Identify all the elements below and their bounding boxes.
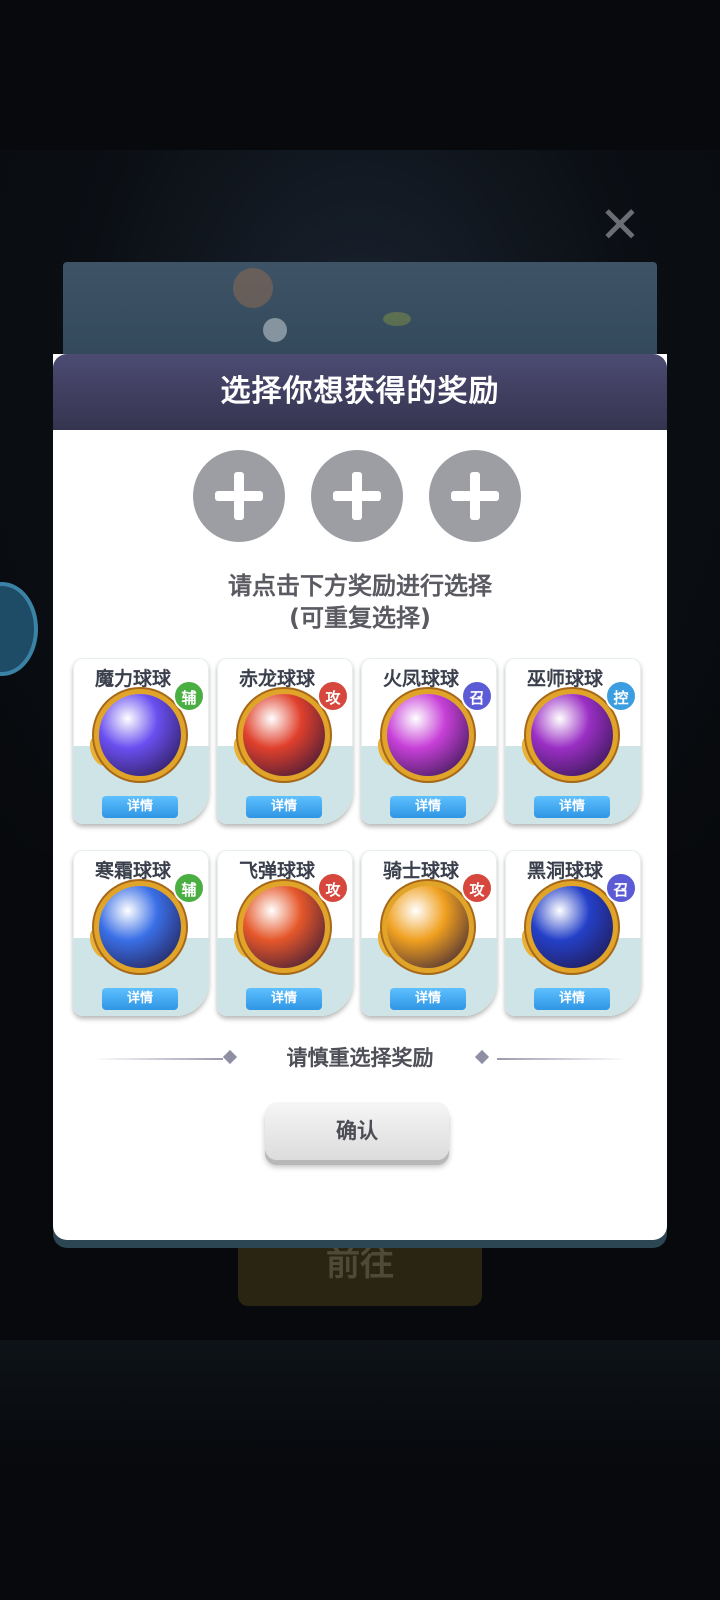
missile-ball-icon (243, 886, 325, 968)
confirm-button[interactable]: 确认 (265, 1102, 449, 1160)
banner-decoration (233, 268, 273, 308)
caution-text: 请慎重选择奖励 (286, 1046, 434, 1070)
detail-button[interactable]: 详情 (102, 796, 178, 818)
phoenix-ball-icon (387, 694, 469, 776)
instruction-note: (可重复选择) (289, 604, 431, 632)
detail-button[interactable]: 详情 (102, 988, 178, 1010)
banner-decoration (263, 318, 287, 342)
selection-slot-3-plus-icon[interactable] (429, 450, 521, 542)
detail-button[interactable]: 详情 (246, 988, 322, 1010)
role-badge: 攻 (461, 872, 493, 904)
role-badge: 控 (605, 680, 637, 712)
role-badge: 辅 (173, 680, 205, 712)
black-hole-ball-icon (531, 886, 613, 968)
role-badge: 召 (461, 680, 493, 712)
detail-button[interactable]: 详情 (534, 796, 610, 818)
reward-card-knight[interactable]: 骑士球球 攻 详情 (361, 850, 497, 1016)
divider-line (497, 1058, 627, 1060)
detail-button[interactable]: 详情 (390, 988, 466, 1010)
reward-card-wizard[interactable]: 巫师球球 控 详情 (505, 658, 641, 824)
detail-button[interactable]: 详情 (390, 796, 466, 818)
instruction-text: 请点击下方奖励进行选择 (228, 572, 492, 600)
banner-decoration (383, 312, 411, 326)
dragon-ball-icon (243, 694, 325, 776)
role-badge: 辅 (173, 872, 205, 904)
magic-ball-icon (99, 694, 181, 776)
selection-slot-1-plus-icon[interactable] (193, 450, 285, 542)
close-icon[interactable]: ✕ (598, 200, 642, 250)
reward-card-red-dragon[interactable]: 赤龙球球 攻 详情 (217, 658, 353, 824)
knight-ball-icon (387, 886, 469, 968)
role-badge: 攻 (317, 680, 349, 712)
dialog-title: 选择你想获得的奖励 (220, 374, 500, 409)
detail-button[interactable]: 详情 (246, 796, 322, 818)
reward-card-magic[interactable]: 魔力球球 辅 详情 (73, 658, 209, 824)
reward-card-missile[interactable]: 飞弹球球 攻 详情 (217, 850, 353, 1016)
role-badge: 召 (605, 872, 637, 904)
background-footer (0, 1340, 720, 1470)
frost-ball-icon (99, 886, 181, 968)
role-badge: 攻 (317, 872, 349, 904)
detail-button[interactable]: 详情 (534, 988, 610, 1010)
selection-slot-2-plus-icon[interactable] (311, 450, 403, 542)
reward-card-black-hole[interactable]: 黑洞球球 召 详情 (505, 850, 641, 1016)
wizard-ball-icon (531, 694, 613, 776)
reward-card-fire-phoenix[interactable]: 火凤球球 召 详情 (361, 658, 497, 824)
reward-card-frost[interactable]: 寒霜球球 辅 详情 (73, 850, 209, 1016)
reward-dialog: 选择你想获得的奖励 请点击下方奖励进行选择 (可重复选择) 魔力球球 辅 详情 … (53, 354, 667, 1240)
